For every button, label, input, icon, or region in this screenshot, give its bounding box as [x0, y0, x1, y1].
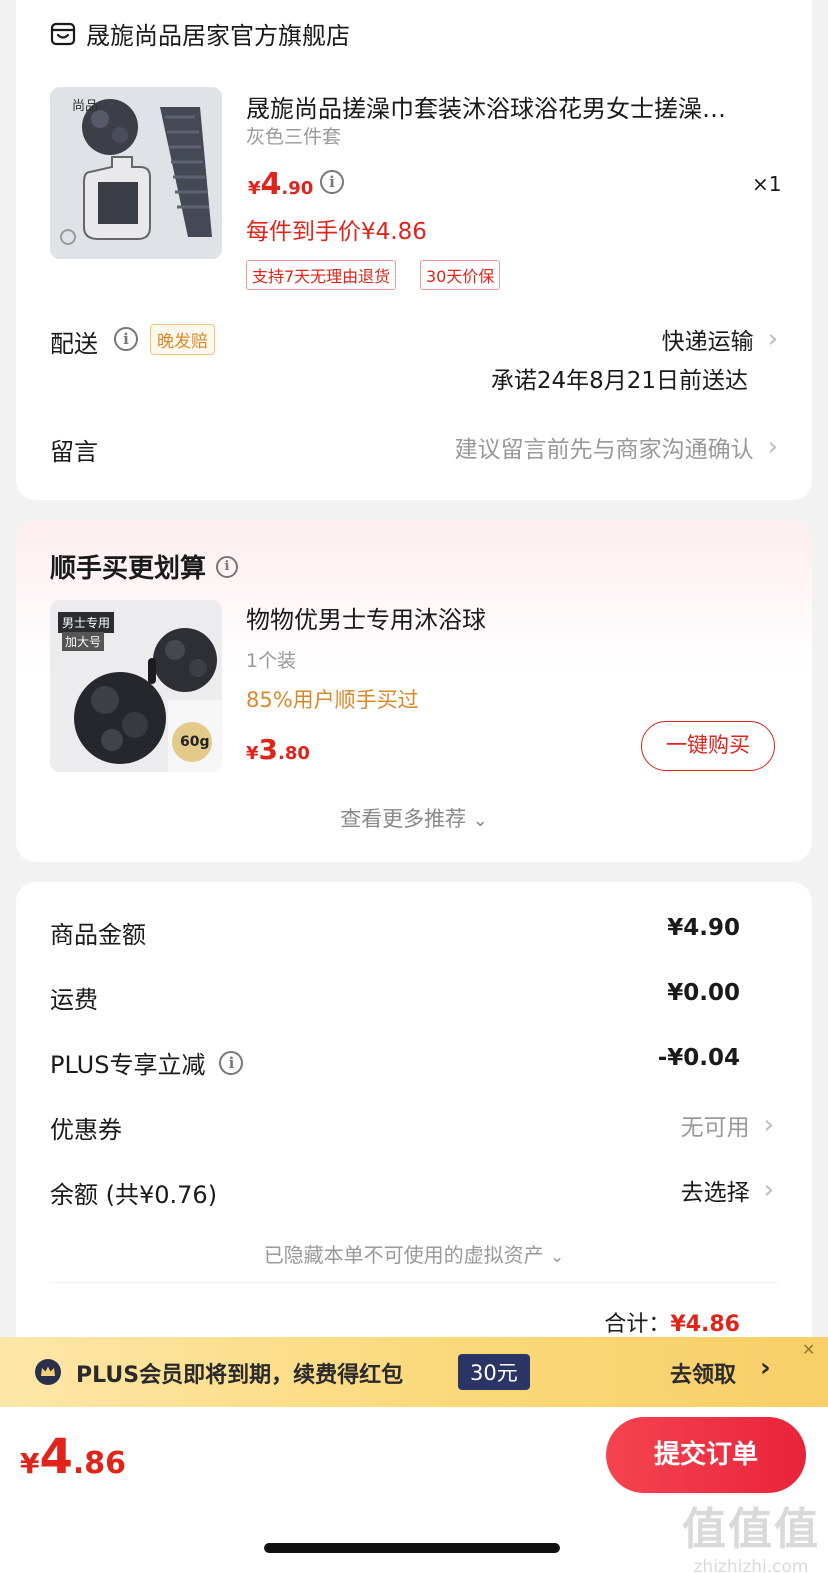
summary-label-balance: 余额 (共¥0.76): [50, 1181, 218, 1209]
recommend-image-tag: 男士专用: [58, 612, 115, 633]
chevron-right-icon: ›: [767, 432, 778, 462]
price-symbol: ¥: [248, 178, 261, 199]
close-icon[interactable]: ✕: [802, 1340, 815, 1359]
plus-banner-badge: 30元: [458, 1354, 530, 1390]
price-integer: 3: [258, 733, 279, 766]
price-integer: 4: [39, 1429, 73, 1485]
recommend-item-image[interactable]: 男士专用 加大号 60g: [50, 600, 222, 772]
delivery-method-row[interactable]: 快递运输 ›: [662, 322, 778, 356]
summary-value-coupon: 无可用: [680, 1115, 750, 1141]
chevron-down-icon: ⌄: [550, 1247, 565, 1267]
store-name: 晟旎尚品居家官方旗舰店: [86, 22, 350, 50]
product-image[interactable]: 尚品: [50, 87, 222, 259]
chevron-right-icon: ›: [763, 1175, 774, 1205]
watermark: 值值值 zhizhizhi.com: [676, 1493, 826, 1573]
price-decimal: .90: [281, 178, 314, 199]
summary-label-goods: 商品金额: [50, 921, 146, 949]
recommend-card: 顺手买更划算 i 男士专用 加大号 60g 物物优男士专用沐浴球 1个装 85%…: [16, 520, 812, 862]
summary-label-coupon: 优惠券: [50, 1116, 122, 1144]
product-title[interactable]: 晟旎尚品搓澡巾套装沐浴球浴花男女士搓澡…: [246, 89, 726, 124]
recommend-image-subtag: 加大号: [62, 632, 105, 651]
store-icon: [50, 22, 76, 45]
balance-selector[interactable]: 去选择 ›: [681, 1173, 774, 1207]
message-label: 留言: [50, 438, 98, 466]
store-card: 晟旎尚品居家官方旗舰店 尚品 晟旎尚品搓澡巾套装沐浴球浴花男女士搓澡… 灰色三件…: [16, 0, 812, 500]
delivery-promise: 承诺24年8月21日前送达: [490, 368, 748, 394]
price-protect-tag: 30天价保: [420, 260, 501, 290]
recommend-title: 顺手买更划算: [50, 554, 207, 584]
plus-info-icon[interactable]: i: [219, 1050, 244, 1075]
recommend-header: 顺手买更划算 i: [50, 548, 239, 585]
home-indicator[interactable]: [264, 1543, 560, 1553]
plus-crown-icon: [35, 1359, 61, 1385]
hidden-assets-toggle[interactable]: 已隐藏本单不可使用的虚拟资产 ⌄: [16, 1239, 812, 1268]
delivery-method: 快递运输: [661, 329, 754, 355]
summary-total: 合计：¥4.86: [604, 1306, 740, 1338]
delivery-label: 配送: [50, 330, 98, 358]
total-label: 合计：: [604, 1312, 671, 1337]
plus-banner-text: PLUS会员即将到期，续费得红包: [76, 1363, 404, 1388]
summary-value-shipping: ¥0.00: [667, 980, 740, 1006]
final-price: 每件到手价¥4.86: [246, 219, 427, 245]
price-info-icon[interactable]: i: [320, 170, 344, 194]
watermark-url: zhizhizhi.com: [693, 1557, 809, 1573]
recommend-item-social: 85%用户顺手买过: [246, 688, 419, 712]
message-field[interactable]: 建议留言前先与商家沟通确认 ›: [455, 430, 778, 464]
late-delivery-badge: 晚发赔: [150, 324, 215, 355]
plus-banner-action[interactable]: 去领取: [670, 1357, 736, 1389]
summary-value-goods: ¥4.90: [667, 915, 740, 941]
summary-label-plus: PLUS专享立减: [50, 1051, 206, 1079]
summary-value-plus: -¥0.04: [657, 1045, 740, 1071]
submit-order-button[interactable]: 提交订单: [606, 1417, 806, 1493]
store-header[interactable]: 晟旎尚品居家官方旗舰店: [50, 16, 350, 51]
total-value: ¥4.86: [670, 1312, 740, 1337]
product-price: ¥4.90: [248, 167, 313, 202]
message-placeholder: 建议留言前先与商家沟通确认: [454, 437, 754, 463]
price-symbol: ¥: [20, 1447, 40, 1480]
bottom-checkout-bar: ¥4.86 提交订单 值值值 zhizhizhi.com: [0, 1407, 828, 1573]
chevron-down-icon: ⌄: [472, 810, 488, 831]
order-summary-card: 商品金额 ¥4.90 运费 ¥0.00 PLUS专享立减 i -¥0.04 优惠…: [16, 882, 812, 1382]
price-decimal: .80: [278, 743, 310, 764]
product-quantity: ×1: [752, 172, 782, 196]
product-variant[interactable]: 灰色三件套: [246, 122, 341, 149]
delivery-info-icon[interactable]: i: [114, 327, 138, 351]
price-integer: 4: [260, 167, 282, 202]
summary-label-shipping: 运费: [50, 986, 98, 1014]
checkout-price: ¥4.86: [20, 1429, 126, 1485]
recommend-item-price: ¥3.80: [246, 733, 310, 766]
product-image-brand: 尚品: [72, 99, 99, 114]
return-policy-tag: 支持7天无理由退货: [246, 260, 397, 290]
recommend-image-weight: 60g: [180, 734, 210, 750]
summary-value-balance: 去选择: [680, 1180, 750, 1206]
recommend-item-name[interactable]: 物物优男士专用沐浴球: [246, 600, 486, 635]
more-recommend-label: 查看更多推荐: [340, 807, 467, 831]
chevron-right-icon: ›: [760, 1353, 771, 1383]
summary-plus-discount-row: PLUS专享立减 i: [50, 1045, 244, 1080]
chevron-right-icon: ›: [767, 324, 778, 354]
hidden-assets-label: 已隐藏本单不可使用的虚拟资产: [263, 1243, 544, 1267]
recommend-item-spec: 1个装: [246, 650, 297, 672]
coupon-selector[interactable]: 无可用 ›: [681, 1108, 774, 1142]
chevron-right-icon: ›: [763, 1110, 774, 1140]
price-symbol: ¥: [246, 743, 259, 764]
one-click-buy-button[interactable]: 一键购买: [641, 721, 775, 771]
summary-divider: [50, 1282, 778, 1283]
watermark-logo: 值值值: [682, 1504, 820, 1555]
price-decimal: .86: [72, 1446, 127, 1481]
plus-renewal-banner[interactable]: PLUS会员即将到期，续费得红包 30元 去领取 › ✕: [0, 1337, 828, 1407]
more-recommend-link[interactable]: 查看更多推荐 ⌄: [16, 803, 812, 833]
recommend-info-icon[interactable]: i: [216, 555, 239, 578]
